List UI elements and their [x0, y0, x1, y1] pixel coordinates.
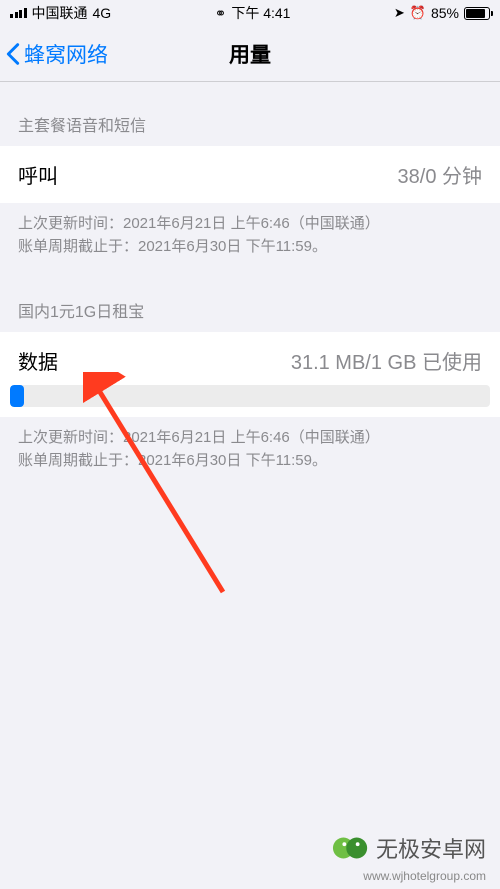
section2-footer: 上次更新时间：2021年6月21日 上午6:46（中国联通） 账单周期截止于：2… — [0, 417, 500, 482]
location-icon: ➤ — [394, 5, 405, 21]
nav-bar: 蜂窝网络 用量 — [0, 26, 500, 82]
status-left: 中国联通 4G — [10, 3, 111, 23]
status-center: ⚭ 下午 4:41 — [215, 3, 291, 23]
data-cell[interactable]: 数据 31.1 MB/1 GB 已使用 — [0, 332, 500, 417]
page-title: 用量 — [229, 39, 271, 69]
watermark-url: www.wjhotelgroup.com — [363, 869, 486, 883]
network-label: 4G — [93, 5, 112, 21]
time-label: 下午 4:41 — [231, 3, 290, 23]
carrier-label: 中国联通 — [32, 3, 88, 23]
back-label: 蜂窝网络 — [24, 39, 108, 69]
section1-footer: 上次更新时间：2021年6月21日 上午6:46（中国联通） 账单周期截止于：2… — [0, 203, 500, 268]
battery-percent: 85% — [431, 5, 459, 21]
call-cell[interactable]: 呼叫 38/0 分钟 — [0, 146, 500, 203]
data-label: 数据 — [18, 346, 58, 375]
section2-header: 国内1元1G日租宝 — [0, 268, 500, 332]
chevron-left-icon — [6, 42, 20, 66]
back-button[interactable]: 蜂窝网络 — [0, 39, 108, 69]
watermark: 无极安卓网 — [332, 829, 486, 867]
section1-header: 主套餐语音和短信 — [0, 82, 500, 146]
status-bar: 中国联通 4G ⚭ 下午 4:41 ➤ ⏰ 85% — [0, 0, 500, 26]
section2-footer-line1: 上次更新时间：2021年6月21日 上午6:46（中国联通） — [18, 427, 482, 450]
data-progress-bar — [10, 385, 490, 407]
signal-icon — [10, 8, 27, 18]
watermark-text: 无极安卓网 — [376, 832, 486, 864]
status-right: ➤ ⏰ 85% — [394, 5, 490, 21]
section1-footer-line2: 账单周期截止于：2021年6月30日 下午11:59。 — [18, 236, 482, 259]
alarm-icon: ⏰ — [410, 5, 426, 21]
battery-icon — [464, 7, 490, 20]
call-value: 38/0 分钟 — [398, 160, 482, 189]
data-progress-fill — [10, 385, 24, 407]
watermark-logo-icon — [332, 829, 370, 867]
section2-footer-line2: 账单周期截止于：2021年6月30日 下午11:59。 — [18, 450, 482, 473]
call-label: 呼叫 — [18, 160, 58, 189]
section1-footer-line1: 上次更新时间：2021年6月21日 上午6:46（中国联通） — [18, 213, 482, 236]
link-icon: ⚭ — [215, 5, 227, 22]
data-value: 31.1 MB/1 GB 已使用 — [291, 346, 482, 375]
